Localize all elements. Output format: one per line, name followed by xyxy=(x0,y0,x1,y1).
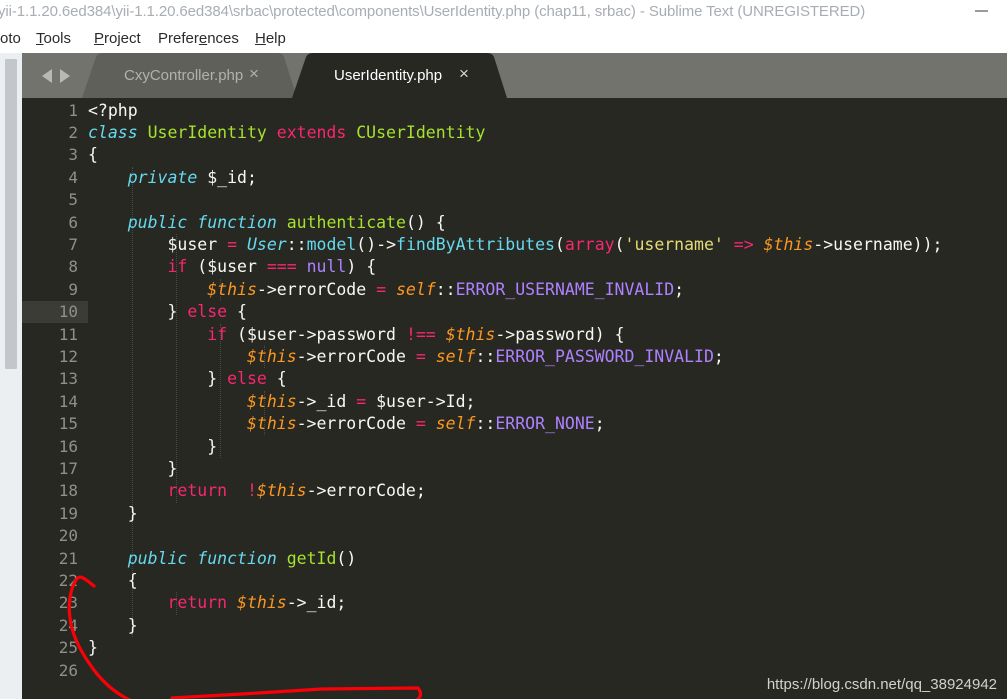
code-line[interactable]: { xyxy=(88,144,98,166)
code-line[interactable]: } else { xyxy=(88,301,247,323)
minimize-icon xyxy=(975,10,988,12)
line-number: 3 xyxy=(68,145,78,165)
code-line[interactable]: } else { xyxy=(88,368,287,390)
menu-bar: oto Tools Project Preferences Help xyxy=(0,28,1007,53)
code-line[interactable]: $user = User::model()->findByAttributes(… xyxy=(88,234,942,256)
line-number: 18 xyxy=(58,481,78,501)
watermark-text: https://blog.csdn.net/qq_38924942 xyxy=(766,676,997,693)
line-number: 16 xyxy=(58,436,78,456)
tab-close-icon[interactable]: × xyxy=(245,65,263,83)
code-line[interactable]: $this->errorCode = self::ERROR_NONE; xyxy=(88,413,605,435)
code-line[interactable]: $this->_id = $user->Id; xyxy=(88,391,476,413)
code-line[interactable]: } xyxy=(88,436,217,458)
menu-item-help[interactable]: Help xyxy=(255,30,286,47)
line-number: 5 xyxy=(68,190,78,210)
line-number: 4 xyxy=(68,167,78,187)
menu-item-goto[interactable]: oto xyxy=(0,30,21,47)
line-number: 14 xyxy=(58,391,78,411)
code-line[interactable]: } xyxy=(88,458,177,480)
tab-useridentity-php[interactable]: UserIdentity.php × xyxy=(292,53,507,98)
window-title: yii-1.1.20.6ed384\yii-1.1.20.6ed384\srba… xyxy=(0,3,866,20)
code-line[interactable]: $this->errorCode = self::ERROR_PASSWORD_… xyxy=(88,346,724,368)
line-number: 22 xyxy=(58,570,78,590)
code-line[interactable]: if ($user->password !== $this->password)… xyxy=(88,324,624,346)
tab-bar: CxyController.php × UserIdentity.php × xyxy=(22,53,1007,98)
line-number: 2 xyxy=(68,122,78,142)
line-number: 15 xyxy=(58,414,78,434)
code-line[interactable]: <?php xyxy=(88,100,138,122)
window-scrollbar-track[interactable] xyxy=(0,53,22,699)
code-line[interactable]: return !$this->errorCode; xyxy=(88,480,425,502)
code-line[interactable]: public function authenticate() { xyxy=(88,212,446,234)
minimize-button[interactable] xyxy=(967,0,1003,26)
line-number: 8 xyxy=(68,257,78,277)
code-line[interactable]: $this->errorCode = self::ERROR_USERNAME_… xyxy=(88,279,684,301)
line-number: 17 xyxy=(58,458,78,478)
line-number: 20 xyxy=(58,526,78,546)
previous-tab-icon[interactable] xyxy=(42,69,52,83)
menu-item-tools[interactable]: Tools xyxy=(36,30,71,47)
line-number: 10 xyxy=(58,302,78,322)
line-number: 25 xyxy=(58,638,78,658)
line-number: 21 xyxy=(58,548,78,568)
tab-label: UserIdentity.php xyxy=(334,67,443,84)
code-line[interactable]: class UserIdentity extends CUserIdentity xyxy=(88,122,485,144)
code-line[interactable]: if ($user === null) { xyxy=(88,256,376,278)
code-line[interactable]: return $this->_id; xyxy=(88,592,346,614)
code-line[interactable]: { xyxy=(88,570,138,592)
next-tab-icon[interactable] xyxy=(60,69,70,83)
tab-nav-arrows[interactable] xyxy=(40,66,88,86)
title-bar: yii-1.1.20.6ed384\yii-1.1.20.6ed384\srba… xyxy=(0,0,1007,28)
code-line[interactable]: private $_id; xyxy=(88,167,257,189)
line-number: 11 xyxy=(58,324,78,344)
tab-close-icon[interactable]: × xyxy=(455,65,473,83)
tab-cxycontroller-php[interactable]: CxyController.php × xyxy=(82,53,297,98)
code-line[interactable]: } xyxy=(88,503,138,525)
code-editor[interactable]: 1 2 3 4 5 6 7 8 9 10 11 12 13 14 15 16 17 18 19 20 21 22 23 24 2… xyxy=(22,98,1007,699)
menu-item-project[interactable]: Project xyxy=(94,30,141,47)
code-line[interactable]: public function getId() xyxy=(88,548,357,570)
line-number: 7 xyxy=(68,234,78,254)
code-line[interactable]: } xyxy=(88,637,98,659)
line-number: 12 xyxy=(58,346,78,366)
code-line[interactable]: } xyxy=(88,615,138,637)
line-number: 19 xyxy=(58,503,78,523)
code-content[interactable]: <?php class UserIdentity extends CUserIde… xyxy=(88,98,1007,699)
line-number: 13 xyxy=(58,369,78,389)
line-number: 9 xyxy=(68,279,78,299)
sublime-text-window: yii-1.1.20.6ed384\yii-1.1.20.6ed384\srba… xyxy=(0,0,1007,699)
editor-frame: CxyController.php × UserIdentity.php × 1234… xyxy=(0,53,1007,699)
line-number: 1 xyxy=(68,100,78,120)
menu-item-preferences[interactable]: Preferences xyxy=(158,30,239,47)
line-number-gutter: 1 2 3 4 5 6 7 8 9 10 11 12 13 14 15 16 17 18 19 20 21 22 23 24 2… xyxy=(22,98,88,699)
tab-label: CxyController.php xyxy=(124,67,244,84)
window-scrollbar-thumb[interactable] xyxy=(5,59,17,369)
line-number: 23 xyxy=(58,593,78,613)
line-number: 6 xyxy=(68,212,78,232)
line-number: 24 xyxy=(58,615,78,635)
line-number: 26 xyxy=(58,660,78,680)
